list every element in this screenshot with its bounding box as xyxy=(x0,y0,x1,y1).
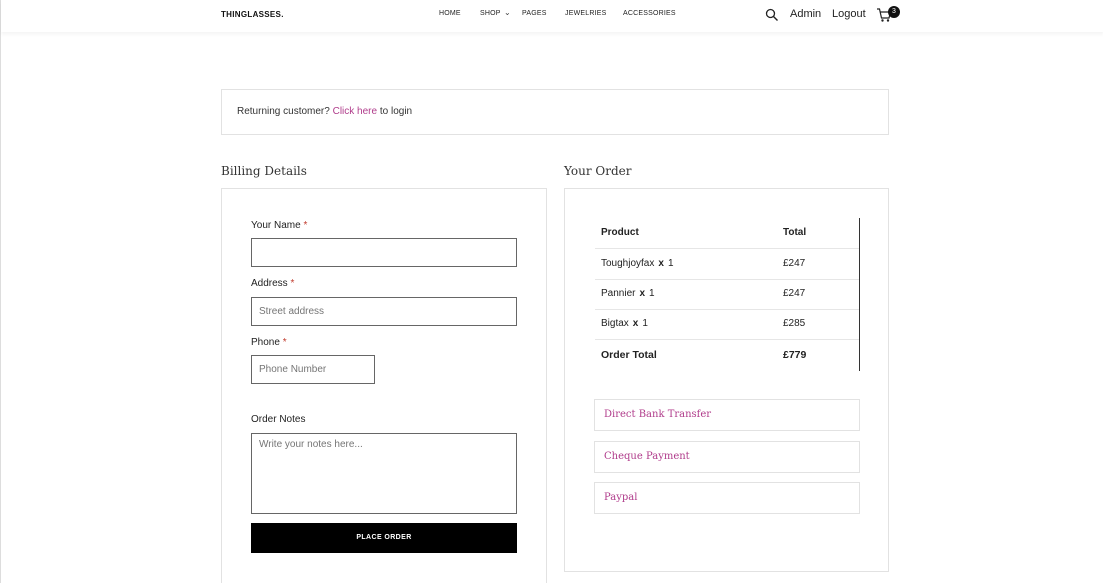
column-product: Product xyxy=(601,227,639,238)
order-title: Your Order xyxy=(564,164,632,178)
phone-label-text: Phone xyxy=(251,337,280,348)
nav-home[interactable]: HOME xyxy=(439,10,461,17)
required-mark: * xyxy=(303,220,308,231)
item-qty: 1 xyxy=(649,288,655,299)
name-label-text: Your Name xyxy=(251,220,301,231)
nav-accessories[interactable]: ACCESSORIES xyxy=(623,10,676,17)
phone-field[interactable] xyxy=(251,355,375,384)
notes-field[interactable] xyxy=(251,433,517,514)
item-name-cell: Toughjoyfax x 1 xyxy=(601,258,674,269)
admin-link[interactable]: Admin xyxy=(790,8,821,20)
table-row: Bigtax x 1 £285 xyxy=(595,309,859,340)
order-table: Product Total Toughjoyfax x 1 £247 Pannier… xyxy=(595,218,860,371)
address-label-text: Address xyxy=(251,278,288,289)
search-icon[interactable] xyxy=(765,8,779,22)
qty-separator: x xyxy=(658,258,664,269)
address-field[interactable] xyxy=(251,297,517,326)
required-mark: * xyxy=(282,337,287,348)
item-name: Toughjoyfax xyxy=(601,258,655,269)
login-link[interactable]: Click here xyxy=(333,106,377,117)
item-name: Bigtax xyxy=(601,318,629,329)
item-total: £247 xyxy=(783,288,806,299)
item-total: £247 xyxy=(783,258,806,269)
table-header-row: Product Total xyxy=(595,218,859,249)
payment-bank-transfer[interactable]: Direct Bank Transfer xyxy=(594,399,860,431)
site-header: THINGLASSES. HOME SHOP ⌄ PAGES JEWELRIES… xyxy=(1,0,1103,32)
notes-label: Order Notes xyxy=(251,414,306,425)
item-qty: 1 xyxy=(642,318,648,329)
item-total: £285 xyxy=(783,318,806,329)
item-name: Pannier xyxy=(601,288,636,299)
returning-suffix: to login xyxy=(379,106,413,117)
qty-separator: x xyxy=(639,288,646,299)
name-field[interactable] xyxy=(251,238,517,267)
table-row: Toughjoyfax x 1 £247 xyxy=(595,249,859,280)
nav-shop[interactable]: SHOP xyxy=(480,10,501,17)
billing-title: Billing Details xyxy=(221,164,307,178)
payment-cheque[interactable]: Cheque Payment xyxy=(594,441,860,473)
site-logo[interactable]: THINGLASSES. xyxy=(221,10,284,19)
phone-label: Phone * xyxy=(251,337,287,348)
item-qty: 1 xyxy=(667,258,674,269)
cart-count-badge: 3 xyxy=(888,6,900,18)
order-summary: Product Total Toughjoyfax x 1 £247 Pannier… xyxy=(564,188,889,572)
logout-link[interactable]: Logout xyxy=(832,8,866,20)
qty-separator: x xyxy=(632,318,639,329)
place-order-button[interactable]: PLACE ORDER xyxy=(251,523,517,553)
table-row: Pannier x 1 £247 xyxy=(595,279,859,310)
item-name-cell: Bigtax x 1 xyxy=(601,318,648,329)
column-total: Total xyxy=(783,227,807,238)
returning-prefix: Returning customer? xyxy=(237,106,330,117)
payment-paypal[interactable]: Paypal xyxy=(594,482,860,514)
returning-customer-box: Returning customer? Click here to login xyxy=(221,89,889,135)
order-total-label: Order Total xyxy=(601,349,657,361)
nav-jewelries[interactable]: JEWELRIES xyxy=(565,10,606,17)
address-label: Address * xyxy=(251,278,294,289)
returning-customer-text: Returning customer? Click here to login xyxy=(237,106,412,117)
billing-form: Your Name * Address * Phone * Order Note… xyxy=(221,188,547,583)
name-label: Your Name * xyxy=(251,220,307,231)
nav-pages[interactable]: PAGES xyxy=(522,10,547,17)
required-mark: * xyxy=(290,278,295,289)
chevron-down-icon[interactable]: ⌄ xyxy=(504,8,511,17)
item-name-cell: Pannier x 1 xyxy=(601,288,655,299)
order-total-row: Order Total £779 xyxy=(595,340,859,371)
order-total-value: £779 xyxy=(783,349,807,361)
